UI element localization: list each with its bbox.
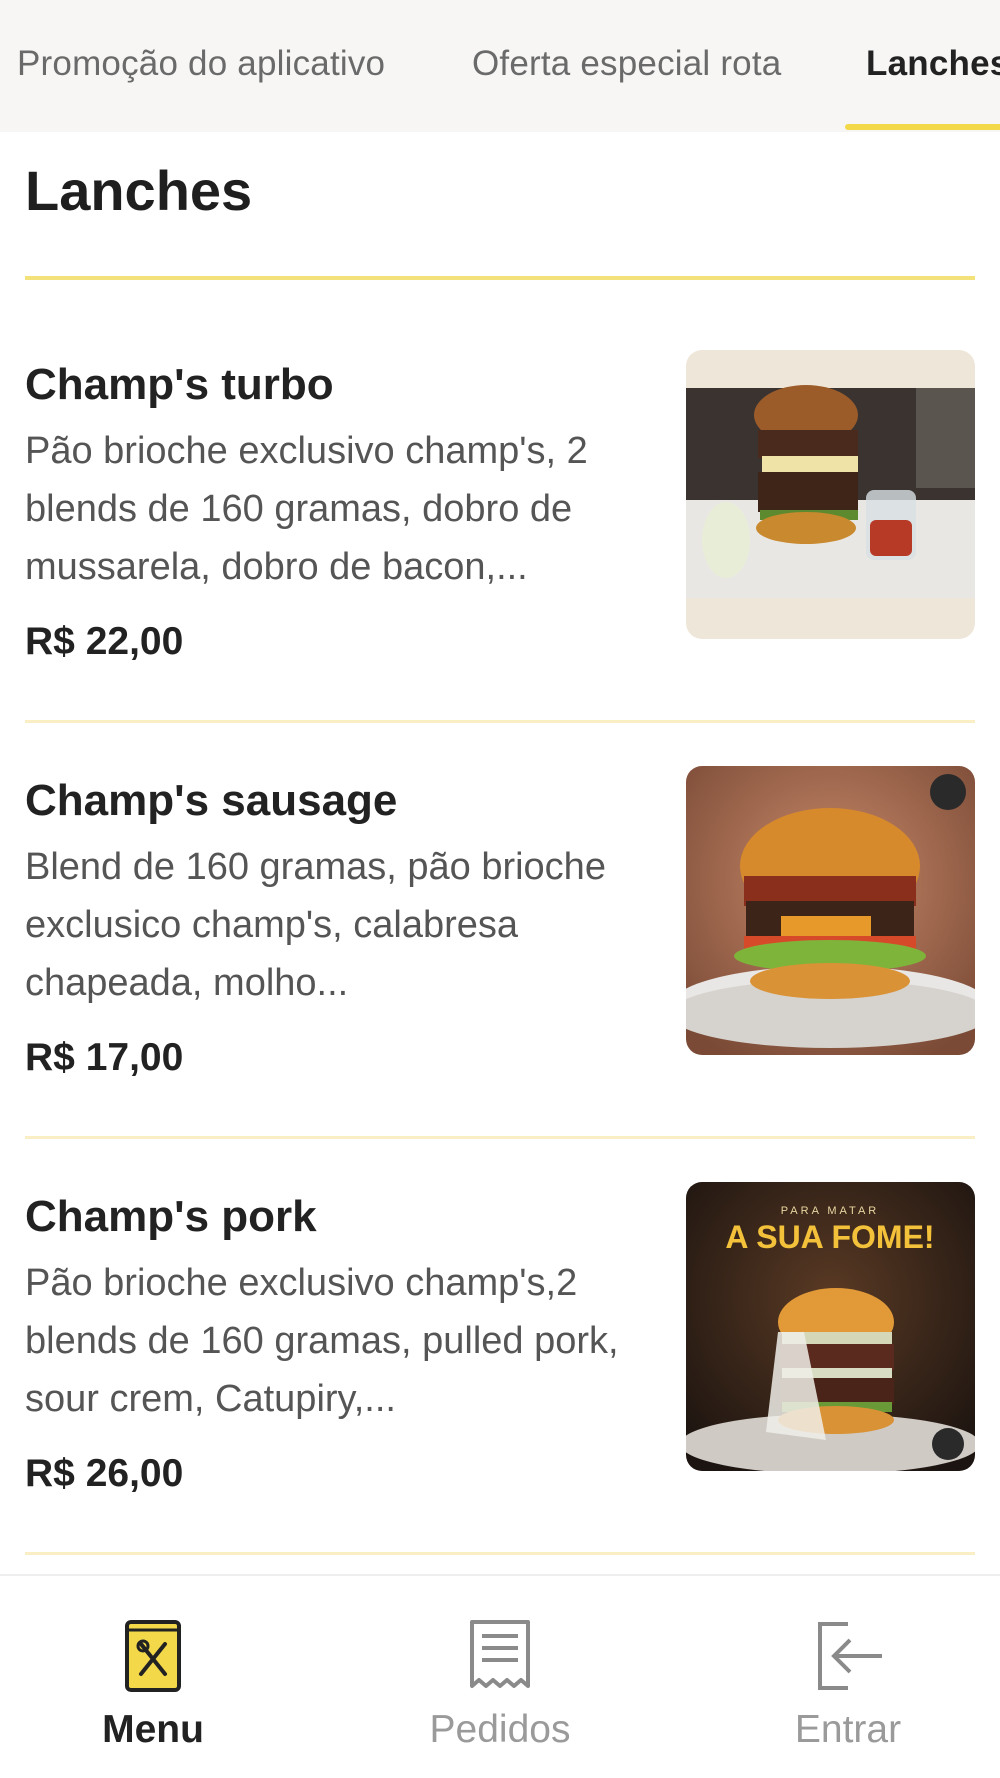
- section-divider: [25, 276, 975, 280]
- product-description: Blend de 160 gramas, pão brioche exclusi…: [25, 846, 606, 1004]
- product-price: R$ 17,00: [25, 1036, 184, 1079]
- nav-pedidos[interactable]: Pedidos: [390, 1616, 610, 1752]
- product-card-champs-turbo[interactable]: Champ's turbo Pão brioche exclusivo cham…: [0, 350, 1000, 770]
- nav-entrar[interactable]: Entrar: [738, 1616, 958, 1752]
- tab-promocao-aplicativo[interactable]: Promoção do aplicativo: [17, 44, 385, 84]
- product-divider: [25, 720, 975, 723]
- nav-menu[interactable]: Menu: [43, 1616, 263, 1752]
- section-title: Lanches: [25, 159, 253, 222]
- menu-book-icon: [113, 1616, 193, 1696]
- receipt-icon: [460, 1616, 540, 1696]
- product-name: Champ's pork: [25, 1192, 317, 1241]
- promo-big-text: A SUA FOME!: [725, 1219, 934, 1255]
- product-image[interactable]: [686, 766, 975, 1055]
- product-divider: [25, 1136, 975, 1139]
- product-image[interactable]: [686, 350, 975, 639]
- product-card-champs-pork[interactable]: Champ's pork Pão brioche exclusivo champ…: [0, 1182, 1000, 1602]
- tab-lanches[interactable]: Lanches: [866, 44, 1000, 84]
- promo-small-text: PARA MATAR: [781, 1205, 879, 1217]
- nav-label: Pedidos: [429, 1708, 571, 1751]
- bottom-navigation: Menu Pedidos Entrar: [0, 1574, 1000, 1778]
- product-description: Pão brioche exclusivo champ's, 2 blends …: [25, 430, 588, 588]
- burger-photo: PARA MATAR A SUA FOME!: [686, 1182, 975, 1471]
- tab-oferta-especial-rota[interactable]: Oferta especial rota: [472, 44, 781, 84]
- product-name: Champ's sausage: [25, 776, 398, 825]
- nav-label: Menu: [102, 1708, 204, 1751]
- product-image[interactable]: PARA MATAR A SUA FOME!: [686, 1182, 975, 1471]
- product-price: R$ 26,00: [25, 1452, 184, 1495]
- product-divider: [25, 1552, 975, 1555]
- nav-label: Entrar: [794, 1708, 902, 1751]
- burger-photo: [686, 350, 975, 639]
- category-tabs: Promoção do aplicativo Oferta especial r…: [0, 0, 1000, 132]
- product-card-champs-sausage[interactable]: Champ's sausage Blend de 160 gramas, pão…: [0, 766, 1000, 1186]
- product-name: Champ's turbo: [25, 360, 334, 409]
- product-description: Pão brioche exclusivo champ's,2 blends d…: [25, 1262, 619, 1420]
- active-tab-indicator: [845, 124, 1000, 130]
- product-price: R$ 22,00: [25, 620, 184, 663]
- login-icon: [808, 1616, 888, 1696]
- burger-photo: [686, 766, 975, 1055]
